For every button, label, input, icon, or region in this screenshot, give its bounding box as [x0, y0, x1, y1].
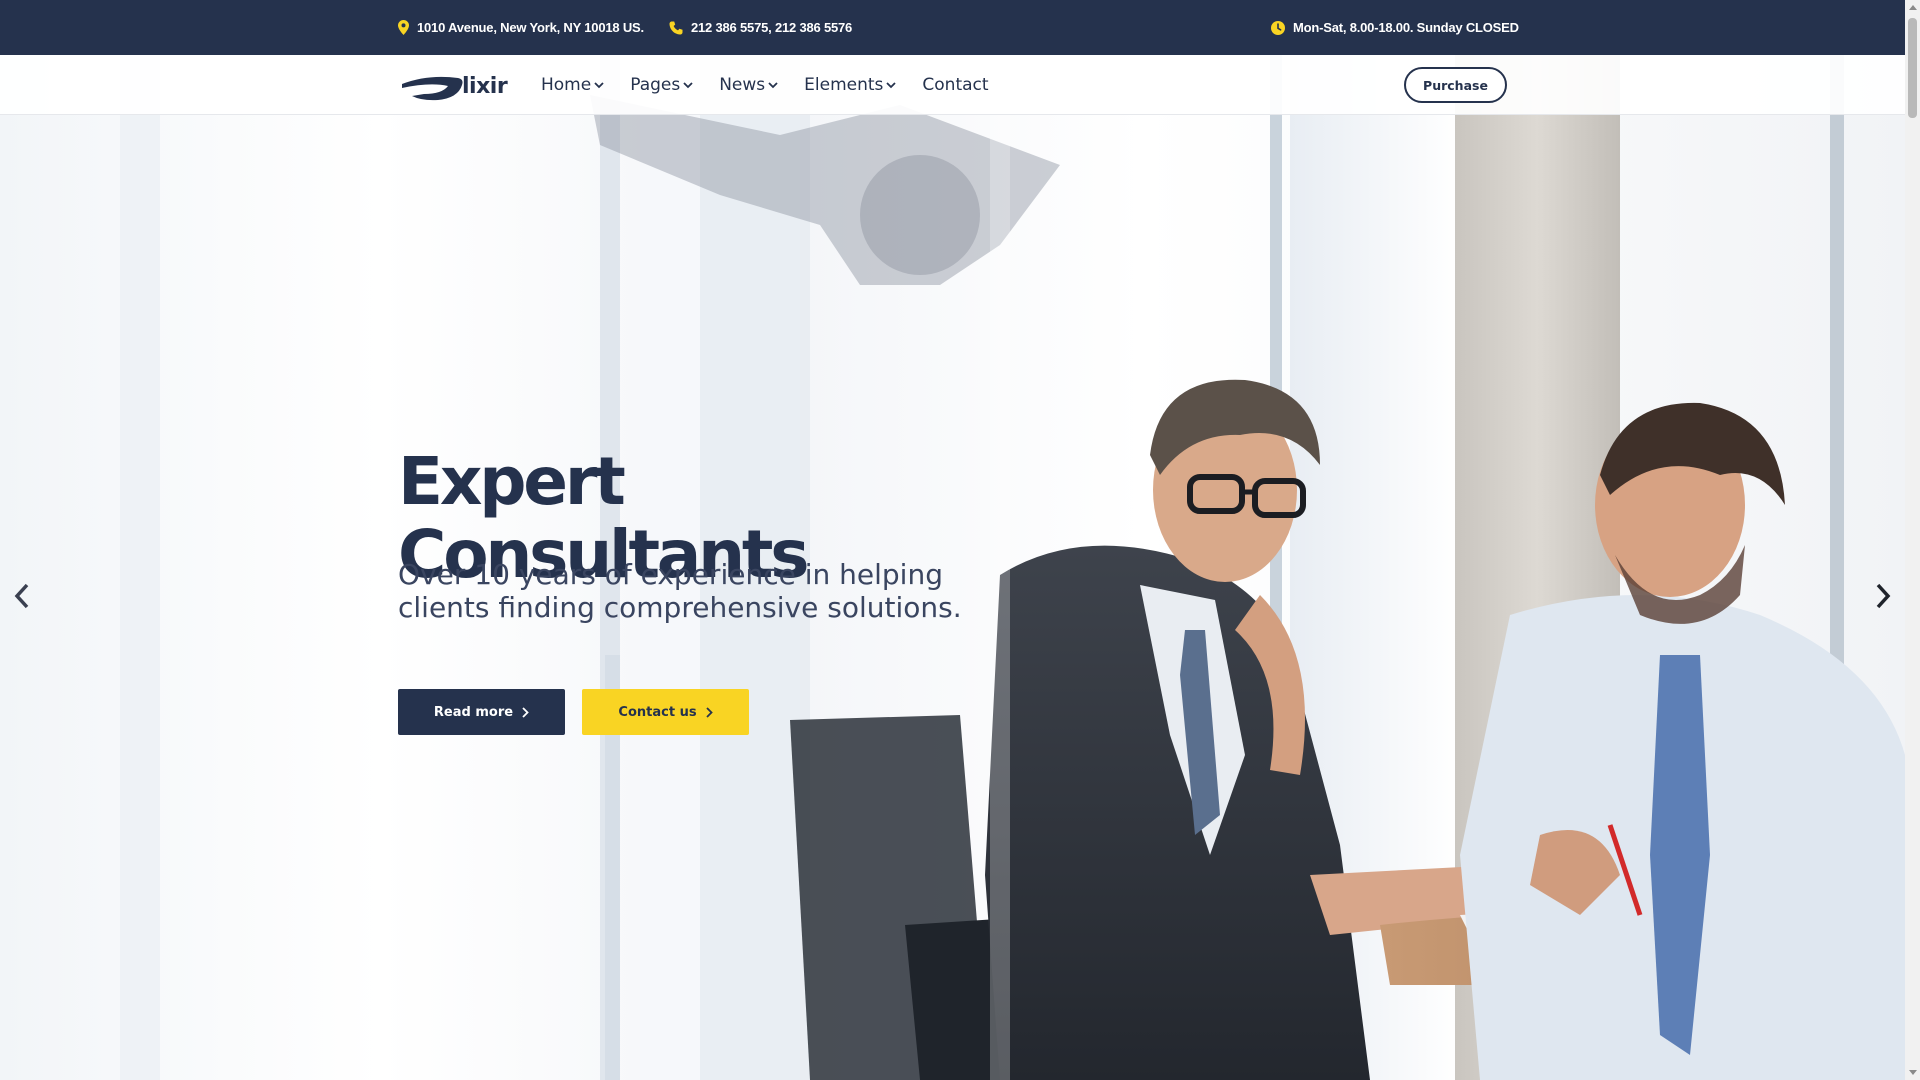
- nav-item-label: News: [719, 75, 766, 95]
- nav-item-pages[interactable]: Pages: [630, 75, 693, 95]
- clock-icon: [1271, 20, 1285, 35]
- read-more-button[interactable]: Read more: [398, 689, 565, 735]
- nav-item-label: Pages: [630, 75, 681, 95]
- top-info-bar: 1010 Avenue, New York, NY 10018 US. 212 …: [0, 0, 1905, 55]
- phone-info: 212 386 5575, 212 386 5576: [669, 0, 852, 55]
- page: 1010 Avenue, New York, NY 10018 US. 212 …: [0, 0, 1920, 1080]
- chevron-right-icon: [705, 706, 713, 718]
- hours-text: Mon-Sat, 8.00-18.00. Sunday CLOSED: [1293, 20, 1519, 35]
- chevron-down-icon: [594, 81, 604, 88]
- nav-item-elements[interactable]: Elements: [804, 75, 897, 95]
- purchase-button[interactable]: Purchase: [1404, 67, 1507, 103]
- chevron-down-icon: [683, 81, 693, 88]
- caret-up-icon: [1908, 5, 1917, 10]
- nav-item-news[interactable]: News: [719, 75, 778, 95]
- nav-item-contact[interactable]: Contact: [922, 75, 988, 95]
- scroll-thumb[interactable]: [1908, 18, 1917, 118]
- nav-item-label: Contact: [922, 75, 989, 95]
- caret-down-icon: [1908, 1070, 1917, 1075]
- contact-us-label: Contact us: [618, 704, 697, 720]
- chevron-right-icon: [1876, 583, 1891, 609]
- scroll-up-arrow[interactable]: [1905, 0, 1920, 15]
- slider-next-button[interactable]: [1868, 578, 1898, 614]
- nav-item-home[interactable]: Home: [541, 75, 604, 95]
- logo-text: lixir: [462, 73, 508, 99]
- chevron-down-icon: [768, 81, 778, 88]
- hero-subtitle: Over 10 years of experience in helping c…: [398, 558, 962, 624]
- chevron-down-icon: [886, 81, 897, 88]
- phone-icon: [669, 21, 683, 34]
- address-text: 1010 Avenue, New York, NY 10018 US.: [417, 20, 644, 35]
- contact-us-button[interactable]: Contact us: [582, 689, 749, 735]
- nav-menu: Home Pages News Elements Contact: [541, 55, 989, 115]
- read-more-label: Read more: [433, 704, 514, 720]
- phone-text: 212 386 5575, 212 386 5576: [691, 20, 853, 35]
- chevron-right-icon: [522, 706, 529, 718]
- slider-prev-button[interactable]: [7, 578, 37, 614]
- address-info: 1010 Avenue, New York, NY 10018 US.: [398, 0, 644, 55]
- map-pin-icon: [398, 20, 409, 35]
- hours-info: Mon-Sat, 8.00-18.00. Sunday CLOSED: [1271, 0, 1519, 55]
- logo[interactable]: lixir: [398, 68, 508, 104]
- nav-item-label: Home: [541, 75, 592, 95]
- chevron-left-icon: [14, 583, 29, 609]
- nav-item-label: Elements: [804, 75, 884, 95]
- logo-mark-icon: [402, 76, 463, 101]
- scroll-down-arrow[interactable]: [1905, 1065, 1920, 1080]
- main-navigation: lixir Home Pages News Elements Contact P…: [0, 55, 1905, 115]
- page-scrollbar[interactable]: [1905, 0, 1920, 1080]
